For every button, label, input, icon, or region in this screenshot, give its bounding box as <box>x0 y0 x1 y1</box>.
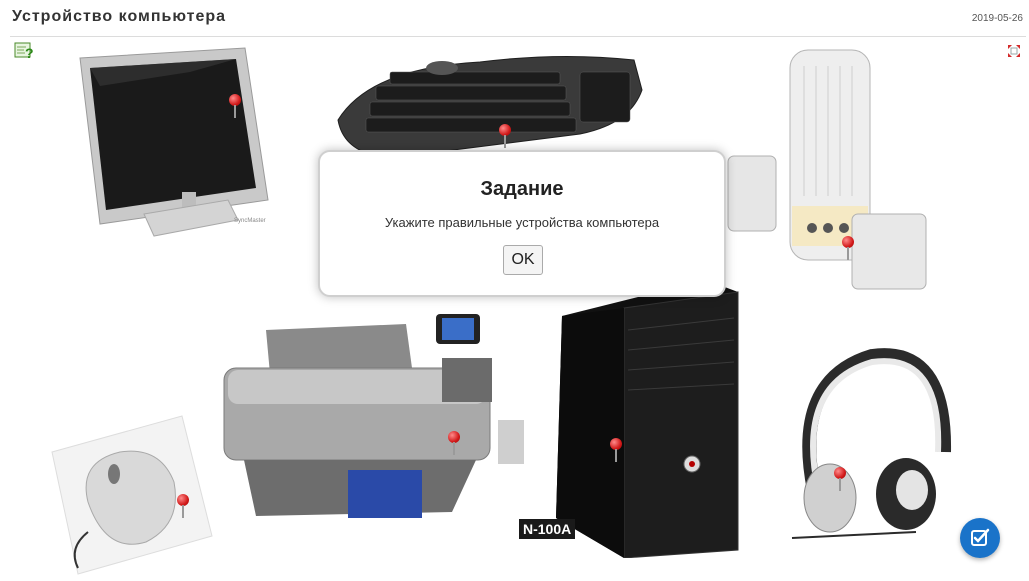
system-unit-model-label: N-100A <box>519 519 576 539</box>
header-divider <box>10 36 1026 37</box>
page-title: Устройство компьютера <box>12 8 227 25</box>
speakers-image <box>724 46 934 296</box>
system-unit-image <box>506 272 740 559</box>
printer-image <box>216 290 528 550</box>
check-answer-button[interactable] <box>960 518 1000 558</box>
headphones-image <box>786 340 956 546</box>
ok-button[interactable]: OK <box>503 245 543 275</box>
date-label: 2019-05-26 <box>971 13 1023 24</box>
dialog-title: Задание <box>480 178 564 200</box>
printer-pin[interactable] <box>448 431 462 455</box>
svg-text:?: ? <box>25 45 34 61</box>
fullscreen-icon[interactable] <box>1007 44 1021 58</box>
keyboard-image <box>330 42 650 160</box>
svg-text:SyncMaster: SyncMaster <box>234 218 266 224</box>
dialog-message: Укажите правильные устройства компьютера <box>384 215 660 230</box>
check-edit-icon <box>971 528 990 546</box>
help-question-icon[interactable]: ? <box>14 41 36 61</box>
monitor-image: SyncMaster <box>70 42 290 242</box>
speakers-pin[interactable] <box>842 236 856 260</box>
task-dialog: Задание Укажите правильные устройства ко… <box>318 150 726 297</box>
keyboard-pin[interactable] <box>499 124 513 148</box>
header: Устройство компьютера 2019-05-26 <box>0 0 1029 36</box>
headphones-pin[interactable] <box>834 467 848 491</box>
mouse-pin[interactable] <box>177 494 191 518</box>
monitor-pin[interactable] <box>229 94 243 118</box>
system-unit-pin[interactable] <box>610 438 624 462</box>
